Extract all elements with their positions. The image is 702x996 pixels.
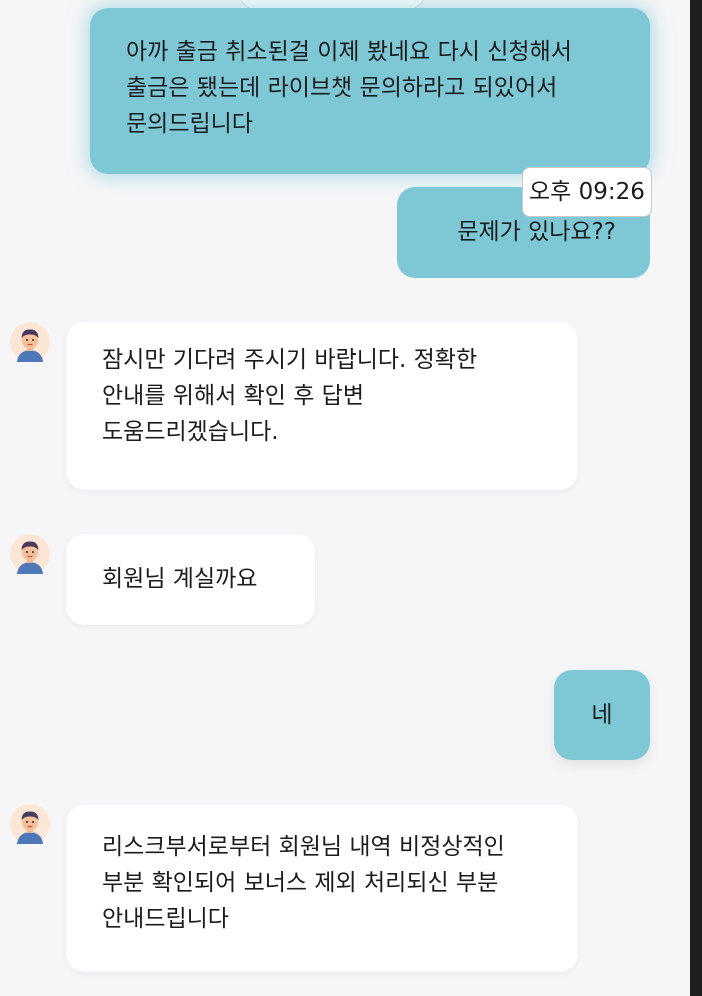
agent-avatar-icon	[10, 322, 50, 362]
agent-avatar-icon	[10, 534, 50, 574]
incoming-message: 회원님 계실까요	[66, 534, 315, 625]
incoming-message: 잠시만 기다려 주시기 바랍니다. 정확한 안내를 위해서 확인 후 답변 도움…	[66, 322, 578, 490]
outgoing-message: 네	[554, 670, 650, 760]
message-text: 회원님 계실까요	[102, 566, 258, 592]
message-text: 아까 출금 취소된걸 이제 봤네요 다시 신청해서 출금은 됐는데 라이브챗 문…	[126, 39, 572, 137]
message-text: 문제가 있나요??	[457, 219, 616, 245]
message-timestamp: 오후 09:26	[522, 167, 652, 217]
message-text: 잠시만 기다려 주시기 바랍니다. 정확한 안내를 위해서 확인 후 답변 도움…	[102, 347, 478, 445]
message-text: 리스크부서로부터 회원님 내역 비정상적인 부분 확인되어 보너스 제외 처리되…	[102, 834, 505, 932]
outgoing-message: 아까 출금 취소된걸 이제 봤네요 다시 신청해서 출금은 됐는데 라이브챗 문…	[90, 8, 650, 174]
window-edge	[690, 0, 702, 996]
incoming-message: 리스크부서로부터 회원님 내역 비정상적인 부분 확인되어 보너스 제외 처리되…	[66, 805, 578, 972]
agent-avatar-icon	[10, 804, 50, 844]
chat-messages-area[interactable]: 아까 출금 취소된걸 이제 봤네요 다시 신청해서 출금은 됐는데 라이브챗 문…	[0, 0, 690, 996]
message-text: 네	[591, 702, 613, 728]
